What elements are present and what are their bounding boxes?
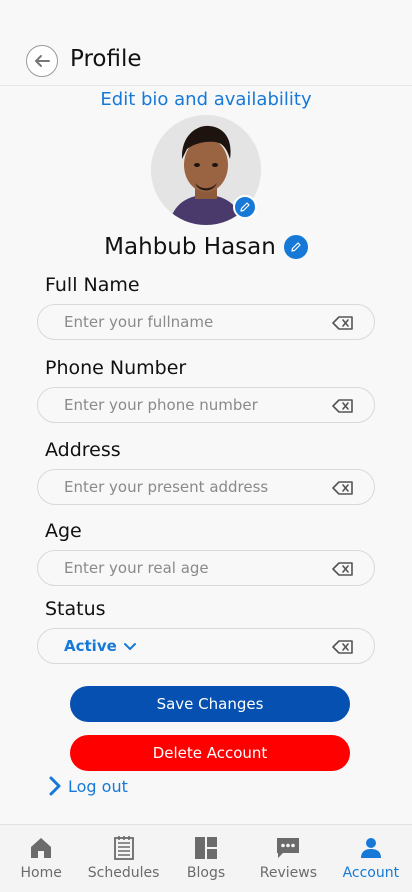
nav-item-reviews[interactable]: Reviews (247, 825, 329, 892)
clear-icon[interactable] (332, 480, 354, 496)
age-field (37, 550, 375, 586)
clear-icon[interactable] (332, 639, 354, 655)
arrow-left-icon (35, 55, 50, 67)
profile-name: Mahbub Hasan (104, 234, 276, 260)
clear-icon[interactable] (332, 561, 354, 577)
back-button[interactable] (26, 45, 58, 77)
app-header: Profile (0, 0, 412, 86)
nav-label-schedules: Schedules (87, 865, 160, 881)
full-name-input[interactable] (64, 311, 314, 333)
delete-account-button[interactable]: Delete Account (70, 735, 350, 771)
logout-label: Log out (68, 776, 128, 796)
status-dropdown[interactable]: Active (64, 637, 137, 655)
status-value: Active (64, 637, 117, 655)
account-icon (360, 838, 381, 858)
blogs-icon (195, 837, 218, 859)
phone-input[interactable] (64, 394, 314, 416)
address-label: Address (45, 439, 121, 461)
profile-name-row: Mahbub Hasan (0, 234, 412, 260)
nav-label-blogs: Blogs (186, 865, 226, 881)
pencil-icon (240, 202, 250, 212)
full-name-label: Full Name (45, 274, 140, 296)
schedule-icon (113, 836, 134, 860)
nav-label-account: Account (342, 865, 400, 881)
clear-icon[interactable] (332, 315, 354, 331)
home-icon (31, 838, 52, 858)
nav-item-blogs[interactable]: Blogs (165, 825, 247, 892)
status-label: Status (45, 598, 106, 620)
chevron-down-icon (123, 643, 136, 650)
nav-item-home[interactable]: Home (0, 825, 82, 892)
save-changes-button[interactable]: Save Changes (70, 686, 350, 722)
clear-icon[interactable] (332, 398, 354, 414)
nav-label-reviews: Reviews (259, 865, 318, 881)
reviews-icon (277, 838, 300, 858)
edit-bio-link[interactable]: Edit bio and availability (0, 89, 412, 110)
avatar-edit-button[interactable] (233, 195, 257, 219)
age-input[interactable] (64, 557, 314, 579)
chevron-right-icon (49, 776, 61, 796)
nav-label-home: Home (20, 865, 62, 881)
phone-label: Phone Number (45, 357, 187, 379)
full-name-field (37, 304, 375, 340)
pencil-icon (291, 242, 301, 252)
logout-link[interactable]: Log out (48, 776, 128, 796)
name-edit-button[interactable] (283, 235, 308, 259)
page-title: Profile (70, 46, 142, 72)
nav-item-account[interactable]: Account (330, 825, 412, 892)
status-field: Active (37, 628, 375, 664)
nav-item-schedules[interactable]: Schedules (82, 825, 164, 892)
phone-field (37, 387, 375, 423)
bottom-nav: Home Schedules Blogs Reviews Account (0, 824, 412, 892)
address-field (37, 469, 375, 505)
age-label: Age (45, 520, 82, 542)
address-input[interactable] (64, 476, 314, 498)
